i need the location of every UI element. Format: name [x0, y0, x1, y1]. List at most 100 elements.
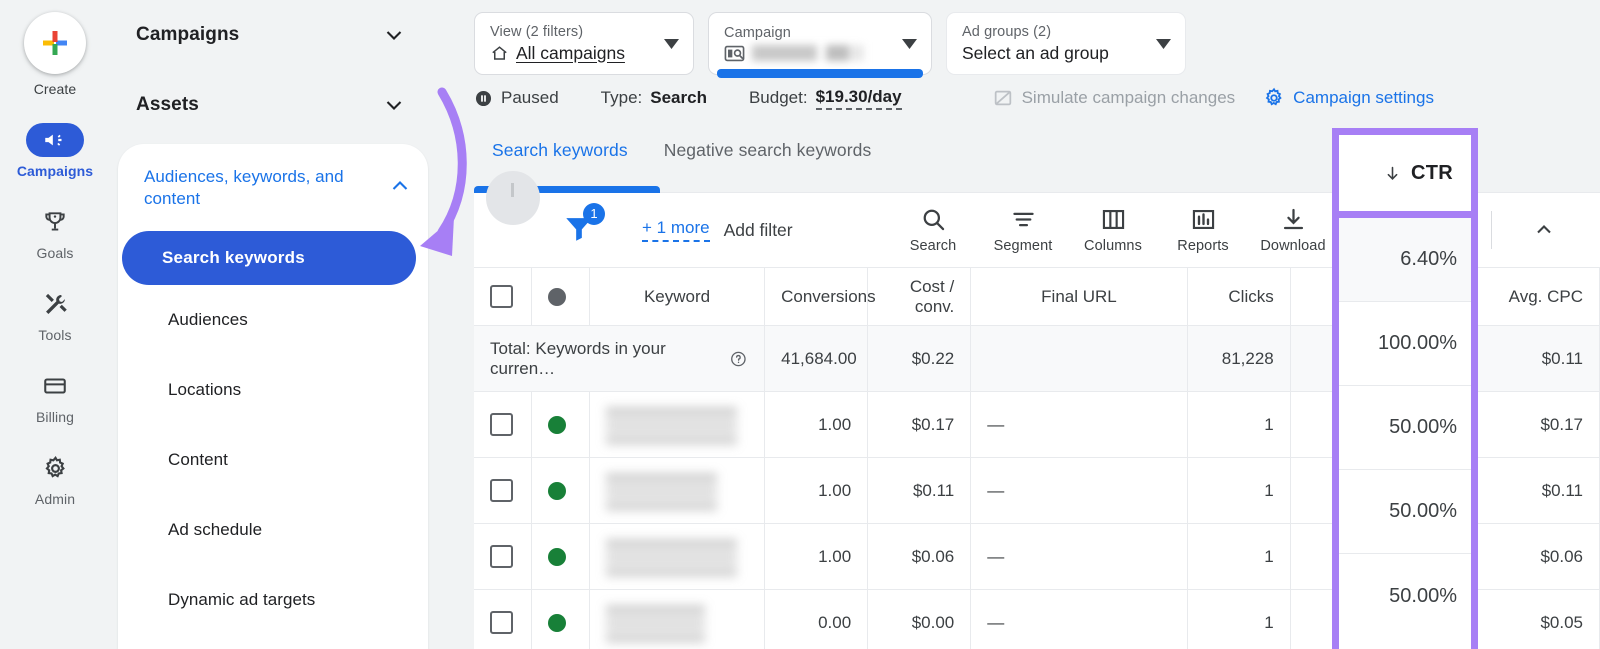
row-keyword-cell	[589, 457, 766, 524]
rail-item-campaigns[interactable]: Campaigns	[12, 123, 98, 179]
row-checkbox[interactable]	[490, 545, 513, 568]
row-checkbox[interactable]	[490, 611, 513, 634]
filter-badge: 1	[583, 202, 605, 225]
ad-groups-selector-label: Ad groups (2)	[962, 23, 1052, 40]
reports-button[interactable]: Reports	[1158, 206, 1248, 254]
gear-icon	[44, 455, 65, 478]
add-filter-button[interactable]: Add filter	[724, 220, 793, 241]
final-url-header[interactable]: Final URL	[970, 267, 1188, 326]
chart-toggle-button[interactable]	[486, 171, 540, 225]
sidebar-item-locations-label: Locations	[168, 379, 242, 399]
columns-button[interactable]: Columns	[1068, 206, 1158, 254]
status-dot-header-icon	[548, 287, 567, 306]
conversions-header[interactable]: Conversions	[764, 267, 876, 326]
chevron-up-icon[interactable]	[388, 174, 412, 198]
gear-icon	[1265, 87, 1282, 106]
collapse-toolbar-button[interactable]	[1522, 208, 1566, 252]
rail-label-billing: Billing	[35, 409, 75, 425]
create-button[interactable]: Create	[24, 12, 86, 97]
ctr-sort-header[interactable]: CTR	[1339, 135, 1471, 212]
view-selector-value: All campaigns	[516, 42, 625, 63]
chevron-down-icon[interactable]	[382, 23, 406, 47]
sidebar-item-content[interactable]: Content	[118, 425, 428, 495]
campaign-selector[interactable]: Campaign	[708, 12, 932, 78]
sidebar-item-audiences[interactable]: Audiences	[118, 285, 428, 355]
nav-item-assets-label: Assets	[136, 94, 199, 115]
row-final-url: —	[970, 523, 1188, 590]
help-circle-icon[interactable]	[729, 349, 748, 369]
rail-item-admin[interactable]: Admin	[12, 451, 98, 507]
trophy-icon	[45, 212, 65, 231]
chevron-down-icon[interactable]	[382, 93, 406, 117]
row-clicks: 1	[1187, 391, 1291, 458]
campaign-budget[interactable]: Budget: $19.30/day	[749, 87, 902, 110]
cost-conv-header[interactable]: Cost / conv.	[867, 267, 972, 326]
avg-cpc-header[interactable]: Avg. CPC	[1465, 267, 1600, 326]
status-badge: Paused	[474, 88, 559, 108]
search-button[interactable]: Search	[888, 206, 978, 254]
rail-item-goals[interactable]: Goals	[12, 205, 98, 261]
nav-item-campaigns-label: Campaigns	[136, 24, 240, 45]
rail-item-tools[interactable]: Tools	[12, 287, 98, 343]
campaign-selector-label: Campaign	[724, 24, 791, 41]
row-final-url: —	[970, 457, 1188, 524]
view-selector-value-row: All campaigns	[490, 43, 625, 64]
credit-card-icon-wrap	[26, 369, 84, 403]
sidebar-item-locations[interactable]: Locations	[118, 355, 428, 425]
row-checkbox-cell[interactable]	[474, 391, 533, 458]
download-button-label: Download	[1260, 238, 1326, 254]
select-all-checkbox[interactable]	[490, 285, 513, 308]
sidebar-item-dynamic-ad-targets[interactable]: Dynamic ad targets	[118, 565, 428, 635]
row-avg-cpc: $0.17	[1465, 391, 1600, 458]
download-button[interactable]: Download	[1248, 206, 1338, 254]
clicks-header[interactable]: Clicks	[1187, 267, 1291, 326]
search-icon	[923, 209, 944, 231]
campaign-settings-button[interactable]: Campaign settings	[1263, 87, 1434, 109]
keyword-header[interactable]: Keyword	[589, 267, 766, 326]
sidebar-item-dynamic-ad-targets-label: Dynamic ad targets	[168, 589, 316, 609]
plus-icon	[43, 31, 67, 55]
tab-negative-search-keywords[interactable]: Negative search keywords	[646, 121, 890, 179]
row-checkbox-cell[interactable]	[474, 523, 533, 590]
campaign-icon	[724, 45, 745, 61]
sidebar-item-search-keywords[interactable]: Search keywords	[122, 230, 416, 285]
view-selector[interactable]: View (2 filters) All campaigns	[474, 12, 694, 75]
pause-circle-icon	[475, 90, 492, 106]
selector-bar: View (2 filters) All campaigns Campaign	[430, 0, 1600, 78]
ad-groups-selector[interactable]: Ad groups (2) Select an ad group	[946, 12, 1186, 75]
row-checkbox[interactable]	[490, 479, 513, 502]
campaign-selector-value-blurred	[752, 45, 864, 61]
row-conversions: 1.00	[764, 457, 869, 524]
google-ads-screen: Create Campaigns Goals Tools Billing Adm…	[0, 0, 1600, 649]
totals-avg-cpc: $0.11	[1465, 325, 1600, 392]
nav-section-audiences-keywords-content[interactable]: Audiences, keywords, and content	[118, 158, 428, 215]
caret-down-icon[interactable]	[902, 38, 917, 49]
sidebar-item-ad-schedule[interactable]: Ad schedule	[118, 495, 428, 565]
row-final-url: —	[970, 391, 1188, 458]
reports-icon	[1192, 209, 1214, 230]
rail-item-billing[interactable]: Billing	[12, 369, 98, 425]
nav-item-assets[interactable]: Assets	[110, 70, 430, 140]
arrow-down-icon	[1387, 166, 1398, 181]
simulate-campaign-changes-button[interactable]: Simulate campaign changes	[992, 87, 1235, 109]
credit-card-icon	[44, 378, 66, 394]
filter-icon-button[interactable]: 1	[562, 202, 605, 250]
status-header	[531, 267, 590, 326]
caret-down-icon[interactable]	[664, 38, 679, 49]
status-dot-icon	[548, 613, 567, 632]
row-checkbox-cell[interactable]	[474, 589, 533, 649]
row-checkbox-cell[interactable]	[474, 457, 533, 524]
campaign-selector-value-row	[724, 44, 864, 63]
caret-down-icon[interactable]	[1156, 38, 1171, 49]
tab-search-keywords[interactable]: Search keywords	[474, 121, 646, 179]
ctr-header-label: CTR	[1410, 162, 1453, 184]
columns-icon	[1102, 209, 1124, 230]
segment-button[interactable]: Segment	[978, 206, 1068, 254]
row-conversions: 0.00	[764, 589, 869, 649]
more-filters-link[interactable]: + 1 more	[642, 218, 710, 242]
row-checkbox[interactable]	[490, 413, 513, 436]
campaign-budget-value[interactable]: $19.30/day	[815, 87, 902, 110]
nav-item-campaigns[interactable]: Campaigns	[110, 0, 430, 70]
ctr-header-box[interactable]: CTR	[1332, 128, 1478, 219]
select-all-header[interactable]	[474, 267, 533, 326]
